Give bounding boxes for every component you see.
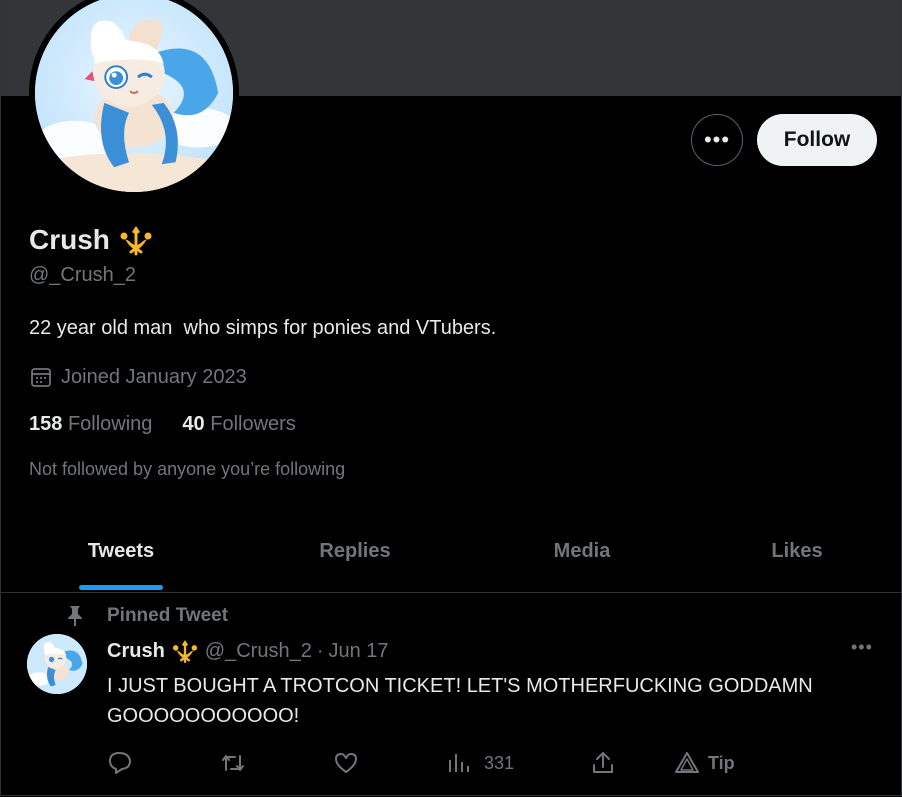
tip-icon xyxy=(675,752,699,773)
followers-label: Followers xyxy=(210,413,296,435)
pin-icon xyxy=(68,606,82,626)
tweet-text: I JUST BOUGHT A TROTCON TICKET! LET'S MO… xyxy=(107,675,813,727)
analytics-icon xyxy=(449,754,469,772)
active-tab-indicator xyxy=(79,585,163,590)
profile-avatar[interactable] xyxy=(29,0,239,198)
profile-tabs: Tweets Replies Media Likes xyxy=(1,520,901,593)
reply-button[interactable] xyxy=(107,745,133,781)
tweet-actions: 331 Tip xyxy=(1,745,901,781)
pinned-label: Pinned Tweet xyxy=(107,605,229,626)
heart-icon xyxy=(335,753,357,773)
crown-badge-icon[interactable] xyxy=(118,222,154,258)
tweet-author-handle[interactable]: @_Crush_2 xyxy=(205,640,312,663)
pony-avatar-icon xyxy=(35,0,233,192)
tip-button[interactable]: Tip xyxy=(674,745,735,781)
views-count: 331 xyxy=(484,752,515,773)
share-button[interactable] xyxy=(590,745,616,781)
share-icon xyxy=(593,752,613,773)
tweet-separator: · xyxy=(316,639,324,662)
profile-bio: 22 year old man who simps for ponies and… xyxy=(29,317,497,339)
calendar-icon xyxy=(31,368,51,387)
pinned-tweet-header: Pinned Tweet xyxy=(65,605,228,627)
following-label: Following xyxy=(67,413,153,435)
pony-avatar-icon xyxy=(27,634,87,694)
joined-label: Joined January 2023 xyxy=(61,365,247,388)
not-followed-note: Not followed by anyone you’re following xyxy=(29,459,346,479)
views-button[interactable]: 331 xyxy=(446,745,514,781)
crown-badge-icon[interactable] xyxy=(171,637,199,665)
tweet-avatar[interactable] xyxy=(27,634,87,694)
retweet-button[interactable] xyxy=(220,745,246,781)
followers-link[interactable]: 40 Followers xyxy=(182,413,295,436)
follow-button[interactable]: Follow xyxy=(757,114,877,166)
profile-page: ••• Follow Crush @_Crush_2 22 year old m… xyxy=(0,0,902,796)
tweet-more-button[interactable]: ••• xyxy=(851,637,873,658)
profile-stats: 158 Following 40 Followers xyxy=(29,413,296,436)
profile-handle: @_Crush_2 xyxy=(29,264,137,286)
more-options-button[interactable]: ••• xyxy=(691,114,743,166)
reply-icon xyxy=(109,752,131,774)
followers-count: 40 xyxy=(182,413,205,435)
more-icon: ••• xyxy=(703,127,731,152)
tip-label: Tip xyxy=(708,752,735,773)
tab-tweets[interactable]: Tweets xyxy=(41,520,201,592)
tab-media[interactable]: Media xyxy=(502,520,662,592)
tweet-date[interactable]: Jun 17 xyxy=(329,640,389,663)
profile-name-row: Crush xyxy=(29,222,154,258)
tab-likes[interactable]: Likes xyxy=(717,520,877,592)
tweet-author-name[interactable]: Crush xyxy=(107,640,165,663)
following-count: 158 xyxy=(29,413,63,435)
joined-date: Joined January 2023 xyxy=(29,365,247,389)
tweet-header: Crush @_Crush_2 · Jun 17 xyxy=(107,637,389,665)
tab-replies[interactable]: Replies xyxy=(275,520,435,592)
like-button[interactable] xyxy=(333,745,359,781)
display-name: Crush xyxy=(29,224,110,255)
retweet-icon xyxy=(222,755,244,771)
following-link[interactable]: 158 Following xyxy=(29,413,152,436)
